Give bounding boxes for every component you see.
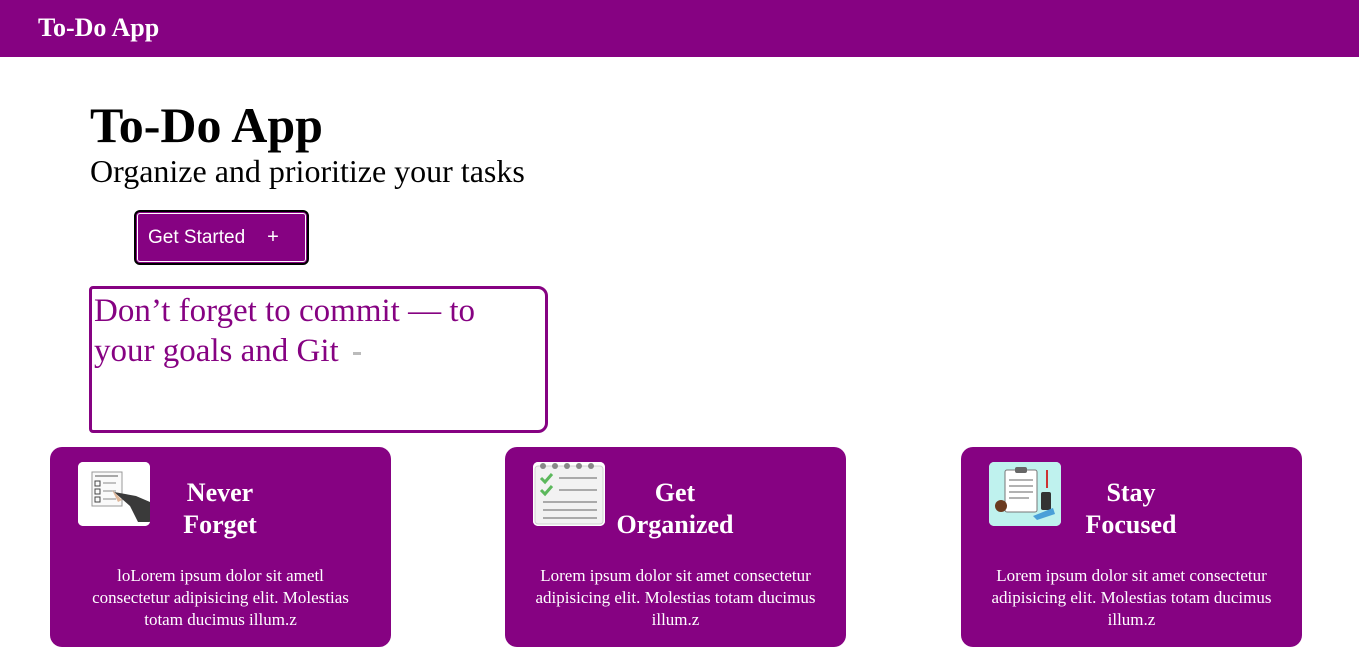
get-started-button[interactable]: Get Started + <box>134 210 309 265</box>
page-subtitle: Organize and prioritize your tasks <box>90 153 525 189</box>
feature-card-never-forget: Never Forget loLorem ipsum dolor sit ame… <box>50 447 391 647</box>
page-title: To-Do App <box>90 97 323 153</box>
card-text: loLorem ipsum dolor sit ametl consectetu… <box>92 566 349 629</box>
quote-content: Don’t forget to commit — to your goals a… <box>94 293 475 369</box>
get-started-label: Get Started <box>148 226 246 248</box>
card-text: Lorem ipsum dolor sit amet consectetur a… <box>535 566 816 629</box>
card-title: Get Organized <box>616 478 734 539</box>
card-title: Stay Focused <box>1085 478 1177 539</box>
feature-card-get-organized: Get Organized Lorem ipsum dolor sit amet… <box>505 447 846 647</box>
card-title: Never Forget <box>183 478 257 539</box>
navbar: To-Do App <box>0 0 1359 57</box>
quote-text: Don’t forget to commit — to your goals a… <box>94 291 534 371</box>
clipboard-icon <box>989 462 1061 526</box>
text-cursor <box>352 351 361 355</box>
checklist-icon <box>78 462 150 526</box>
feature-card-stay-focused: Stay Focused Lorem ipsum dolor sit amet … <box>961 447 1302 647</box>
brand-logo[interactable]: To-Do App <box>38 11 159 45</box>
card-text: Lorem ipsum dolor sit amet consectetur a… <box>991 566 1272 629</box>
plus-icon: + <box>267 226 279 248</box>
notepad-icon <box>533 462 605 526</box>
quote-box: Don’t forget to commit — to your goals a… <box>89 286 548 433</box>
